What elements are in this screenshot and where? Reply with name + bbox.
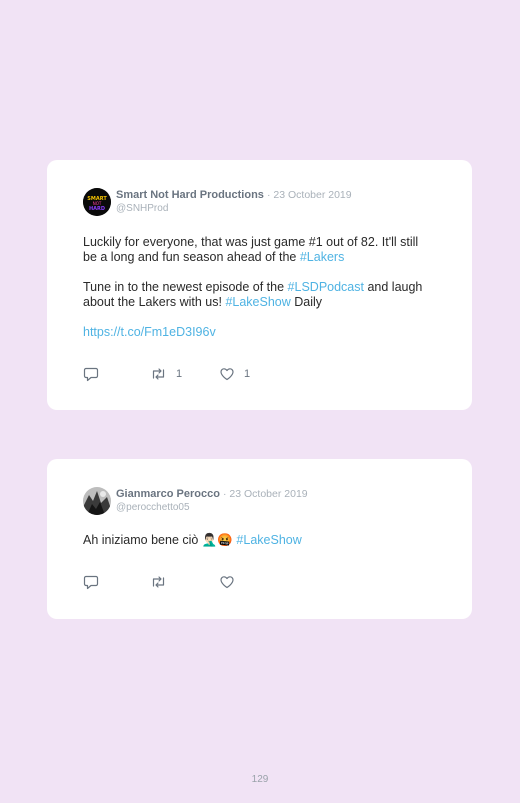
hashtag-link[interactable]: #Lakers bbox=[300, 250, 344, 264]
hashtag-link[interactable]: #LakeShow bbox=[225, 295, 290, 309]
svg-text:HARD: HARD bbox=[89, 206, 105, 212]
like-button[interactable]: 1 bbox=[219, 366, 250, 382]
tweet-paragraph: Luckily for everyone, that was just game… bbox=[83, 235, 433, 265]
page-number: 129 bbox=[251, 774, 269, 785]
retweet-icon bbox=[152, 576, 165, 588]
author-handle[interactable]: @perocchetto05 bbox=[116, 502, 190, 513]
tweet-text: Luckily for everyone, that was just game… bbox=[83, 235, 433, 340]
tweet-date[interactable]: · 23 October 2019 bbox=[267, 189, 352, 201]
heart-icon bbox=[220, 576, 234, 589]
tweet-text-span: Tune in to the newest episode of the bbox=[83, 280, 288, 294]
tweet-date[interactable]: · 23 October 2019 bbox=[223, 488, 308, 500]
author-line: Smart Not Hard Productions · 23 October … bbox=[116, 189, 352, 201]
tweet-paragraph: https://t.co/Fm1eD3I96v bbox=[83, 325, 433, 340]
tweet-text-span: Ah iniziamo bene ciò 🤦🏻‍♂️🤬 bbox=[83, 533, 237, 547]
reply-icon bbox=[83, 367, 99, 382]
hashtag-link[interactable]: #LakeShow bbox=[236, 533, 301, 547]
retweet-button[interactable] bbox=[150, 574, 167, 590]
tweet-actions: 1 1 bbox=[83, 366, 333, 382]
tweet-paragraph: Ah iniziamo bene ciò 🤦🏻‍♂️🤬 #LakeShow bbox=[83, 533, 433, 548]
author-handle[interactable]: @SNHProd bbox=[116, 203, 168, 214]
profile-photo bbox=[83, 487, 111, 515]
retweet-button[interactable]: 1 bbox=[150, 366, 182, 382]
like-count: 1 bbox=[244, 368, 251, 380]
tweet-card: SMART NOT HARD Smart Not Hard Production… bbox=[47, 160, 472, 410]
tweet-actions bbox=[83, 574, 333, 590]
author-line: Gianmarco Perocco · 23 October 2019 bbox=[116, 488, 308, 500]
author-name[interactable]: Gianmarco Perocco bbox=[116, 488, 220, 500]
like-button[interactable] bbox=[219, 574, 235, 590]
reply-icon bbox=[83, 575, 99, 590]
tweet-text-span: Luckily for everyone, that was just game… bbox=[83, 235, 419, 264]
tweet-url-link[interactable]: https://t.co/Fm1eD3I96v bbox=[83, 325, 216, 339]
tweet-text: Ah iniziamo bene ciò 🤦🏻‍♂️🤬 #LakeShow bbox=[83, 533, 433, 548]
heart-icon bbox=[220, 368, 234, 381]
reply-button[interactable] bbox=[83, 366, 99, 382]
tweet-paragraph: Tune in to the newest episode of the #LS… bbox=[83, 280, 433, 310]
retweet-icon bbox=[152, 368, 165, 380]
reply-button[interactable] bbox=[83, 574, 99, 590]
author-name[interactable]: Smart Not Hard Productions bbox=[116, 189, 264, 201]
tweet-card: Gianmarco Perocco · 23 October 2019 @per… bbox=[47, 459, 472, 619]
logo-image: SMART NOT HARD bbox=[83, 188, 111, 216]
avatar[interactable] bbox=[83, 487, 111, 515]
hashtag-link[interactable]: #LSDPodcast bbox=[288, 280, 364, 294]
retweet-count: 1 bbox=[176, 368, 183, 380]
avatar[interactable]: SMART NOT HARD bbox=[83, 188, 111, 216]
tweet-text-span: Daily bbox=[290, 295, 323, 309]
